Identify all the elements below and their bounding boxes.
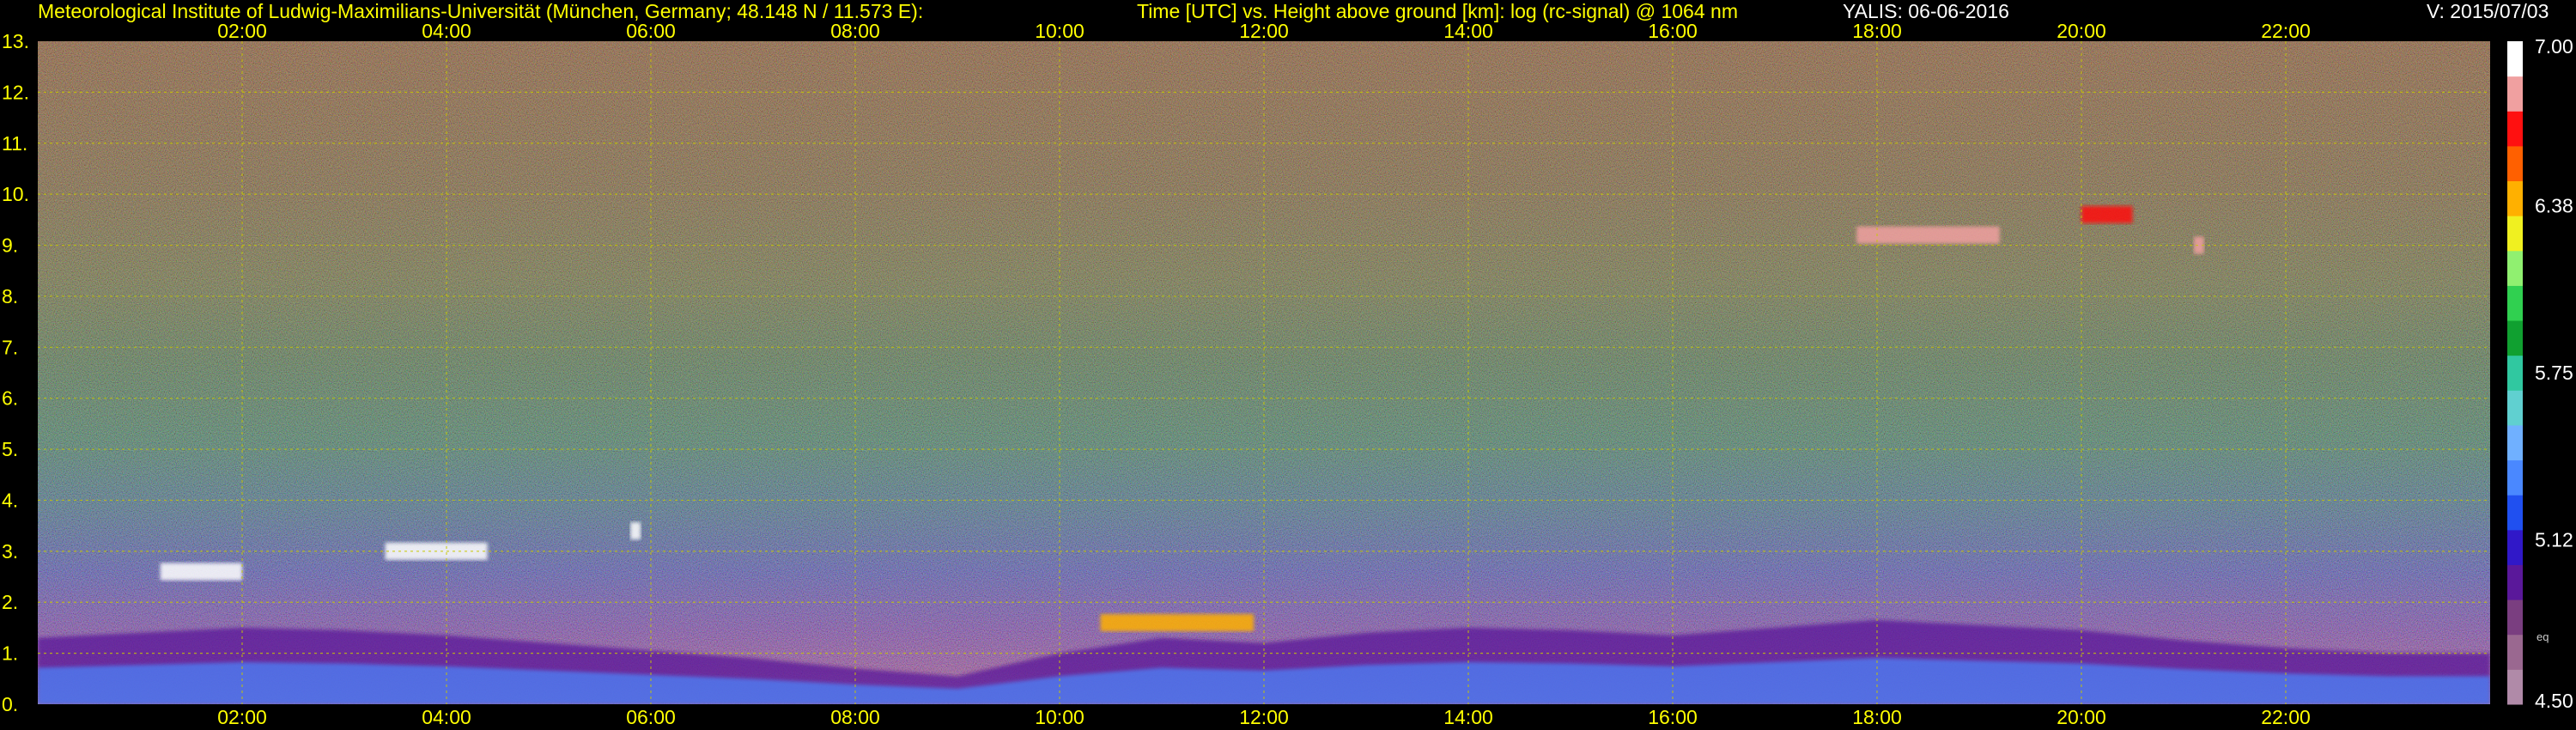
y-tick-label: 4.: [2, 489, 18, 511]
y-tick-label: 11.: [2, 132, 27, 155]
x-axis-top: 02:00 04:00 06:00 08:00 10:00 12:00 14:00 16:00…: [217, 20, 2311, 42]
x-tick-label-top: 08:00: [830, 20, 880, 42]
colorbar-segment: [2507, 424, 2523, 461]
cloud-feature: [160, 563, 242, 581]
y-tick-label: 7.: [2, 336, 18, 358]
x-tick-label-top: 06:00: [626, 20, 676, 42]
x-tick-label-top: 04:00: [422, 20, 471, 42]
x-axis-bottom: 02:00 04:00 06:00 08:00 10:00 12:00 14:00 16:00…: [217, 706, 2311, 728]
x-tick-label-bottom: 22:00: [2261, 706, 2311, 728]
colorbar-segment: [2507, 599, 2523, 636]
x-tick-label-top: 20:00: [2057, 20, 2106, 42]
x-tick-label-bottom: 18:00: [1852, 706, 1902, 728]
lidar-time-height-chart: 02:00 04:00 06:00 08:00 10:00 12:00 14:00 16:00…: [2, 20, 2573, 728]
colorbar-segment: [2507, 285, 2523, 321]
y-tick-label: 5.: [2, 438, 18, 460]
colorbar-segment: [2507, 669, 2523, 705]
colorbar-segment: [2507, 216, 2523, 252]
x-tick-label-top: 18:00: [1852, 20, 1902, 42]
y-tick-label: 1.: [2, 642, 18, 665]
colorbar-unit-label: eq: [2537, 630, 2549, 643]
colorbar-segment: [2507, 180, 2523, 216]
x-tick-label-top: 14:00: [1443, 20, 1493, 42]
colorbar-segment: [2507, 145, 2523, 182]
colorbar: 7.00 6.38 5.75 5.12 4.50 eq: [2507, 35, 2573, 712]
colorbar-segment: [2507, 355, 2523, 391]
y-tick-label: 2.: [2, 591, 18, 613]
x-tick-label-top: 16:00: [1648, 20, 1698, 42]
x-tick-label-bottom: 08:00: [830, 706, 880, 728]
colorbar-segment: [2507, 111, 2523, 147]
colorbar-tick-label: 7.00: [2535, 35, 2573, 58]
cloud-feature: [630, 522, 641, 540]
colorbar-segment: [2507, 634, 2523, 670]
colorbar-tick-label: 4.50: [2535, 690, 2573, 712]
colorbar-tick-label: 6.38: [2535, 194, 2573, 216]
x-tick-label-bottom: 12:00: [1239, 706, 1289, 728]
x-tick-label-top: 02:00: [217, 20, 267, 42]
colorbar-segment: [2507, 495, 2523, 531]
colorbar-segment: [2507, 76, 2523, 112]
y-tick-label: 0.: [2, 693, 18, 715]
y-tick-label: 6.: [2, 387, 18, 410]
x-tick-label-bottom: 10:00: [1035, 706, 1084, 728]
colorbar-segment: [2507, 390, 2523, 426]
y-tick-label: 8.: [2, 285, 18, 307]
colorbar-segment: [2507, 250, 2523, 286]
y-tick-label: 3.: [2, 540, 18, 563]
colorbar-tick-label: 5.12: [2535, 529, 2573, 551]
y-axis: 0. 1. 2. 3. 4. 5. 6. 7. 8. 9. 10. 11. 12. 13.: [2, 30, 29, 715]
x-tick-label-bottom: 16:00: [1648, 706, 1698, 728]
x-tick-label-bottom: 20:00: [2057, 706, 2106, 728]
x-tick-label-bottom: 04:00: [422, 706, 471, 728]
x-tick-label-top: 10:00: [1035, 20, 1084, 42]
colorbar-segment: [2507, 459, 2523, 496]
colorbar-segment: [2507, 529, 2523, 565]
y-tick-label: 13.: [2, 30, 29, 52]
cloud-feature: [1100, 613, 1255, 631]
x-tick-label-bottom: 14:00: [1443, 706, 1493, 728]
cloud-feature: [1856, 226, 2000, 244]
y-tick-label: 9.: [2, 234, 18, 257]
y-tick-label: 10.: [2, 183, 29, 205]
colorbar-segment: [2507, 320, 2523, 356]
y-tick-label: 12.: [2, 81, 29, 103]
x-tick-label-top: 22:00: [2261, 20, 2311, 42]
cloud-feature: [2081, 205, 2133, 223]
colorbar-tick-label: 5.75: [2535, 362, 2573, 384]
colorbar-segment: [2507, 564, 2523, 600]
x-tick-label-bottom: 02:00: [217, 706, 267, 728]
x-tick-label-bottom: 06:00: [626, 706, 676, 728]
colorbar-segment: [2507, 41, 2523, 77]
x-tick-label-top: 12:00: [1239, 20, 1289, 42]
